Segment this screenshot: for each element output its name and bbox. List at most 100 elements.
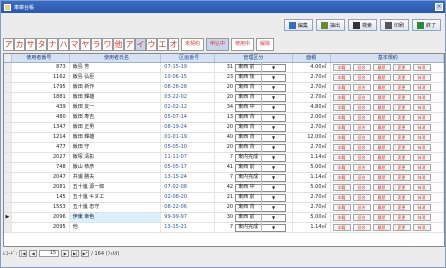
row-action-button[interactable]: 履歴 (372, 64, 391, 71)
management-dropdown[interactable]: 東西 背 ▼ (235, 143, 287, 152)
kana-filter-0[interactable]: ア (3, 38, 14, 51)
kana-filter-9[interactable]: ワ (102, 38, 113, 51)
cell-area[interactable]: 12.00㎡ (293, 133, 331, 142)
management-dropdown[interactable]: 東西 前 ▼ (235, 163, 287, 172)
row-action-button[interactable]: 抹消 (412, 104, 431, 111)
row-action-button[interactable]: 変更 (392, 204, 411, 211)
cell-area[interactable]: 5.00㎡ (293, 183, 331, 192)
row-action-button[interactable]: 履歴 (372, 224, 391, 231)
row-action-button[interactable]: 履歴 (372, 104, 391, 111)
table-row[interactable]: 480 飯田 寿吉 05-07-14 13 東西 背 ▼ 2.00㎡ 本籍 旧名 履歴 変更 抹消 (4, 113, 444, 123)
close-icon[interactable]: × (435, 3, 443, 11)
cell-user-name[interactable]: 飯田 新作 (70, 83, 162, 92)
cell-area[interactable]: 2.70㎡ (293, 83, 331, 92)
toolbar-button-3[interactable]: 印刷 (379, 19, 409, 31)
table-row[interactable]: 1214 飯田 輝雄 01-01-19 40 東西 背 ▼ 12.00㎡ 本籍 旧名 履歴 変更 抹消 (4, 133, 444, 143)
row-selector[interactable] (4, 203, 12, 212)
row-selector[interactable] (4, 193, 12, 202)
cell-lot-number[interactable]: 01-01-19 (161, 133, 216, 142)
row-action-button[interactable]: 履歴 (372, 184, 391, 191)
row-action-button[interactable]: 旧名 (352, 124, 371, 131)
toolbar-button-1[interactable]: 抽出 (315, 19, 345, 31)
row-action-button[interactable]: 本籍 (332, 174, 351, 181)
cell-user-name[interactable]: 他 (70, 223, 162, 232)
management-dropdown[interactable]: 東内完成 ▼ (235, 223, 287, 232)
cell-user-name[interactable]: 伊東 幸色 (69, 213, 162, 222)
management-dropdown[interactable]: 東西 前 ▼ (235, 213, 287, 222)
row-action-button[interactable]: 抹消 (412, 184, 431, 191)
row-action-button[interactable]: 変更 (392, 194, 411, 201)
toolbar-button-0[interactable]: 編集 (283, 19, 313, 31)
cell-user-number[interactable]: 1162 (12, 73, 70, 82)
cell-area[interactable]: 1.14㎡ (293, 173, 331, 182)
row-action-button[interactable]: 履歴 (372, 194, 391, 201)
kana-filter-6[interactable]: マ (69, 38, 80, 51)
row-action-button[interactable]: 本籍 (332, 94, 351, 101)
table-row[interactable]: ▶ 2096 伊東 幸色 99-99-97 30 東西 前 ▼ 5.00㎡ 本籍 旧名 履歴 変更 抹消 (4, 213, 444, 223)
row-action-button[interactable]: 旧名 (352, 184, 371, 191)
row-action-button[interactable]: 旧名 (352, 194, 371, 201)
row-action-button[interactable]: 履歴 (372, 134, 391, 141)
row-action-button[interactable]: 変更 (392, 114, 411, 121)
row-selector[interactable] (4, 183, 12, 192)
row-action-button[interactable]: 本籍 (332, 184, 351, 191)
row-action-button[interactable]: 履歴 (372, 174, 391, 181)
row-action-button[interactable]: 本籍 (332, 214, 351, 221)
row-selector[interactable] (4, 143, 12, 152)
kana-filter-5[interactable]: ハ (58, 38, 69, 51)
kana-filter-8[interactable]: ラ (91, 38, 102, 51)
row-action-button[interactable]: 抹消 (412, 204, 431, 211)
management-dropdown[interactable]: 東西 背 ▼ (235, 203, 287, 212)
data-grid[interactable]: 使用者番号 使用者氏名 区画番号 管理区分 面積 基本規約 873 飯島 芳 07-… (3, 53, 445, 247)
row-action-button[interactable]: 抹消 (412, 154, 431, 161)
row-action-button[interactable]: 本籍 (332, 144, 351, 151)
cell-user-number[interactable]: 748 (12, 163, 70, 172)
row-action-button[interactable]: 変更 (392, 184, 411, 191)
cell-user-number[interactable]: 2027 (12, 153, 70, 162)
cell-user-name[interactable]: 五十嵐 キヌエ (70, 193, 162, 202)
row-action-button[interactable]: 履歴 (372, 144, 391, 151)
row-action-button[interactable]: 抹消 (412, 124, 431, 131)
row-action-button[interactable]: 本籍 (332, 164, 351, 171)
cell-user-name[interactable]: 飯島 芳 (70, 63, 162, 72)
row-action-button[interactable]: 変更 (392, 74, 411, 81)
row-action-button[interactable]: 旧名 (352, 134, 371, 141)
row-action-button[interactable]: 旧名 (352, 84, 371, 91)
row-action-button[interactable]: 旧名 (352, 174, 371, 181)
row-selector[interactable]: ▶ (4, 213, 12, 222)
row-action-button[interactable]: 本籍 (332, 114, 351, 121)
row-action-button[interactable]: 抹消 (412, 194, 431, 201)
table-row[interactable]: 477 飯田 守 05-05-10 20 東西 背 ▼ 2.70㎡ 本籍 旧名 履歴 変更 抹消 (4, 143, 444, 153)
row-action-button[interactable]: 変更 (392, 164, 411, 171)
cell-area[interactable]: 4.80㎡ (293, 103, 331, 112)
row-action-button[interactable]: 変更 (392, 154, 411, 161)
row-action-button[interactable]: 履歴 (372, 114, 391, 121)
management-dropdown[interactable]: 東西 背 ▼ (235, 123, 287, 132)
row-action-button[interactable]: 変更 (392, 174, 411, 181)
cell-user-name[interactable]: 飯田 輝雄 (70, 133, 162, 142)
table-row[interactable]: 1795 飯田 新作 08-26-28 20 東西 背 ▼ 2.70㎡ 本籍 旧名 履歴 変更 抹消 (4, 83, 444, 93)
row-action-button[interactable]: 履歴 (372, 74, 391, 81)
row-action-button[interactable]: 履歴 (372, 204, 391, 211)
row-action-button[interactable]: 変更 (392, 214, 411, 221)
cell-user-number[interactable]: 477 (12, 143, 70, 152)
kana-filter-4[interactable]: ナ (47, 38, 58, 51)
row-action-button[interactable]: 抹消 (412, 144, 431, 151)
row-selector[interactable] (4, 133, 12, 142)
status-filter-button-3[interactable]: 解除 (256, 38, 275, 51)
cell-lot-number[interactable]: 05-07-14 (161, 113, 216, 122)
row-action-button[interactable]: 旧名 (352, 224, 371, 231)
cell-user-name[interactable]: 飯田 友一 (70, 103, 162, 112)
row-action-button[interactable]: 変更 (392, 144, 411, 151)
kana-filter-7[interactable]: ヤ (80, 38, 91, 51)
management-dropdown[interactable]: 東西 前 ▼ (235, 193, 287, 202)
kana-filter-11[interactable]: ア (124, 38, 135, 51)
row-selector[interactable] (4, 163, 12, 172)
row-selector[interactable] (4, 103, 12, 112)
cell-lot-number[interactable]: 05-05-10 (161, 143, 216, 152)
cell-user-number[interactable]: 145 (12, 193, 70, 202)
row-action-button[interactable]: 本籍 (332, 84, 351, 91)
row-selector[interactable] (4, 223, 12, 232)
cell-user-name[interactable]: 飯塚 清彰 (70, 153, 162, 162)
row-selector[interactable] (4, 73, 12, 82)
